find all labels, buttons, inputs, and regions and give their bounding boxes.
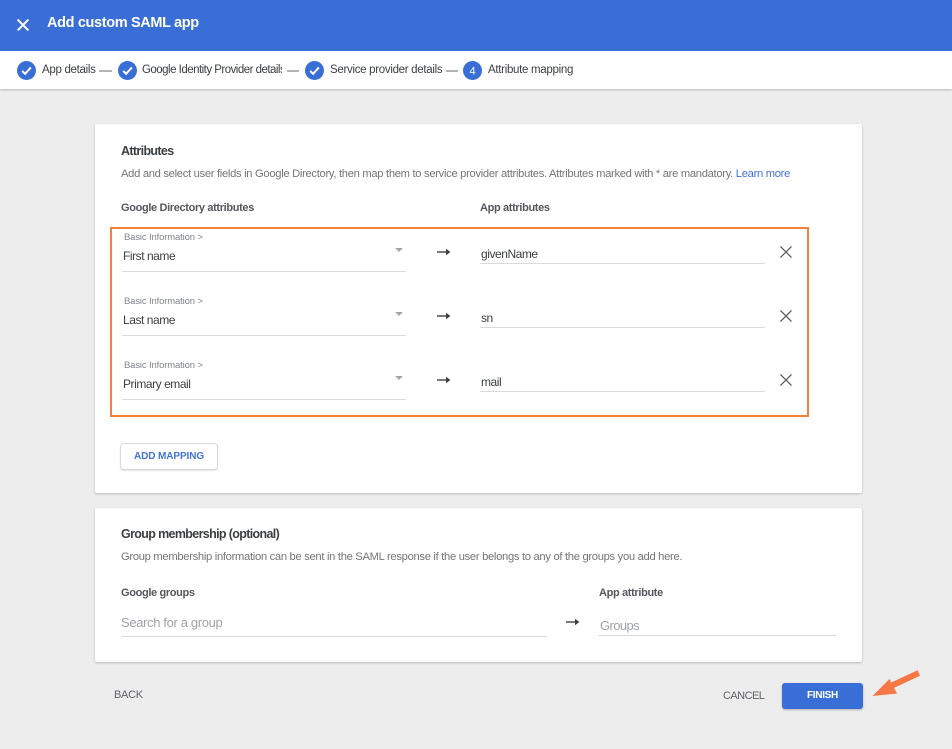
svg-text:4: 4 <box>469 66 475 78</box>
